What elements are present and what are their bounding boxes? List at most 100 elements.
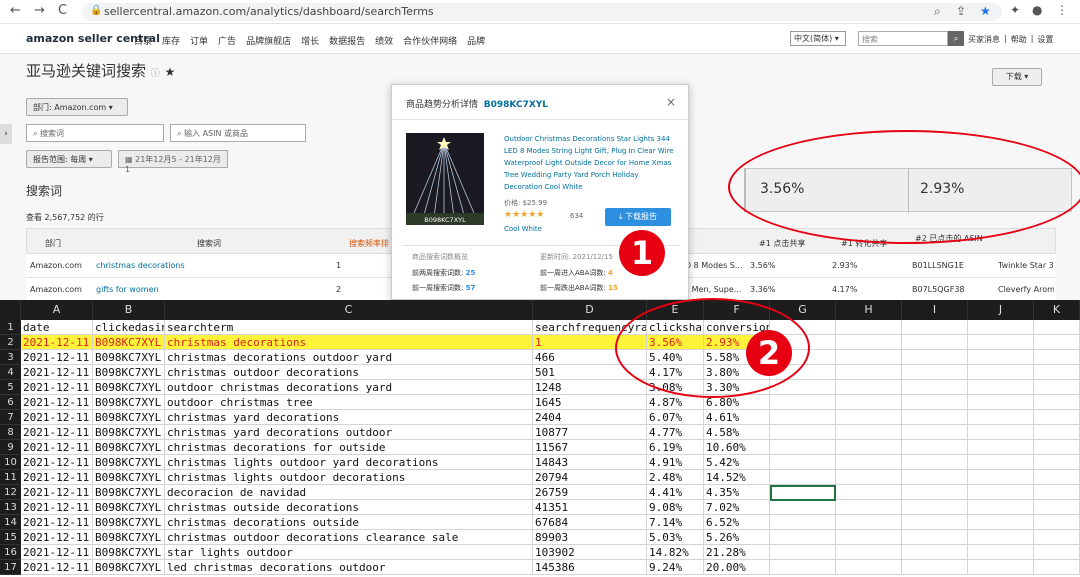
sheet-cell[interactable]: 2021-12-11 (21, 485, 93, 500)
menu-item[interactable]: 广告 (218, 34, 236, 47)
sheet-cell[interactable] (836, 485, 902, 500)
sheet-cell[interactable]: 26759 (533, 485, 647, 500)
sheet-cell[interactable] (902, 515, 968, 530)
sheet-cell[interactable]: 89903 (533, 530, 647, 545)
sheet-cell[interactable]: 10877 (533, 425, 647, 440)
row-number[interactable]: 15 (0, 530, 21, 545)
sheet-cell[interactable]: 2021-12-11 (21, 455, 93, 470)
row-number[interactable]: 17 (0, 560, 21, 575)
sheet-cell[interactable] (902, 350, 968, 365)
modal-asin[interactable]: B098KC7XYL (484, 100, 548, 110)
row-number[interactable]: 11 (0, 470, 21, 485)
sheet-cell[interactable]: 14.82% (647, 545, 704, 560)
sheet-cell[interactable] (836, 320, 902, 335)
sheet-cell[interactable]: 9.24% (647, 560, 704, 575)
sheet-cell[interactable]: 2021-12-11 (21, 425, 93, 440)
sheet-cell[interactable] (1034, 335, 1080, 350)
search-icon[interactable]: ⌕ (948, 31, 964, 46)
corner-cell[interactable] (0, 300, 21, 320)
sheet-cell[interactable] (968, 485, 1034, 500)
sheet-cell[interactable]: 6.52% (704, 515, 770, 530)
download-report-button[interactable]: ⤓ 下载报告 (605, 208, 671, 226)
extensions-icon[interactable]: ✦ (1010, 3, 1020, 17)
sheet-cell[interactable] (1034, 440, 1080, 455)
back-icon[interactable]: ← (10, 3, 21, 18)
menu-item[interactable]: 增长 (301, 34, 319, 47)
row-number[interactable]: 16 (0, 545, 21, 560)
sheet-cell[interactable] (770, 500, 836, 515)
sheet-cell[interactable]: christmas yard decorations (165, 410, 533, 425)
sheet-cell[interactable] (1034, 485, 1080, 500)
menu-item[interactable]: 品牌旗舰店 (246, 34, 291, 47)
sheet-cell[interactable]: B098KC7XYL (93, 530, 165, 545)
sheet-cell[interactable]: B098KC7XYL (93, 515, 165, 530)
favorite-star-icon[interactable]: ★ (165, 65, 176, 79)
row-number[interactable]: 7 (0, 410, 21, 425)
column-header[interactable]: D (533, 300, 647, 320)
sheet-cell[interactable]: 103902 (533, 545, 647, 560)
sheet-cell[interactable] (902, 455, 968, 470)
menu-item[interactable]: 品牌 (467, 34, 485, 47)
sheet-cell[interactable] (902, 545, 968, 560)
menu-item[interactable]: 订单 (190, 34, 208, 47)
sheet-cell[interactable] (968, 425, 1034, 440)
sheet-cell[interactable]: B098KC7XYL (93, 395, 165, 410)
address-bar[interactable]: 🔒 sellercentral.amazon.com/analytics/das… (82, 3, 1002, 21)
sheet-cell[interactable]: B098KC7XYL (93, 350, 165, 365)
sheet-cell[interactable] (1034, 425, 1080, 440)
sheet-cell[interactable]: B098KC7XYL (93, 425, 165, 440)
column-header[interactable]: B (93, 300, 165, 320)
row-number[interactable]: 10 (0, 455, 21, 470)
sheet-cell[interactable]: 5.26% (704, 530, 770, 545)
sheet-cell[interactable] (836, 455, 902, 470)
sheet-cell[interactable] (902, 470, 968, 485)
sheet-cell[interactable]: 2021-12-11 (21, 515, 93, 530)
product-description[interactable]: Outdoor Christmas Decorations Star Light… (504, 133, 676, 193)
sheet-cell[interactable]: christmas yard decorations outdoor (165, 425, 533, 440)
menu-item[interactable]: 库存 (162, 34, 180, 47)
product-image[interactable]: B098KC7XYL (406, 133, 484, 225)
sheet-cell[interactable] (968, 530, 1034, 545)
sheet-cell[interactable]: B098KC7XYL (93, 470, 165, 485)
sheet-cell[interactable] (902, 530, 968, 545)
column-header[interactable]: I (902, 300, 968, 320)
sheet-cell[interactable]: 2021-12-11 (21, 395, 93, 410)
sheet-cell[interactable]: 4.91% (647, 455, 704, 470)
column-header[interactable]: H (836, 300, 902, 320)
sheet-cell[interactable]: B098KC7XYL (93, 485, 165, 500)
row-number[interactable]: 2 (0, 335, 21, 350)
sheet-cell[interactable]: christmas lights outdoor decorations (165, 470, 533, 485)
sheet-cell[interactable]: B098KC7XYL (93, 335, 165, 350)
sheet-cell[interactable]: christmas decorations for outside (165, 440, 533, 455)
sheet-cell[interactable] (968, 395, 1034, 410)
sheet-cell[interactable]: christmas lights outdoor yard decoration… (165, 455, 533, 470)
sheet-cell[interactable] (1034, 470, 1080, 485)
menu-item[interactable]: 合作伙伴网络 (403, 34, 457, 47)
row-search-term[interactable]: gifts for women (96, 285, 159, 294)
sheet-cell[interactable]: 41351 (533, 500, 647, 515)
sheet-cell[interactable]: 2021-12-11 (21, 500, 93, 515)
sheet-cell[interactable]: B098KC7XYL (93, 440, 165, 455)
row-number[interactable]: 9 (0, 440, 21, 455)
sheet-cell[interactable]: 2.48% (647, 470, 704, 485)
sheet-cell[interactable]: 6.07% (647, 410, 704, 425)
forward-icon[interactable]: → (34, 3, 45, 18)
sheet-cell[interactable]: 21.28% (704, 545, 770, 560)
sheet-cell[interactable] (1034, 560, 1080, 575)
sheet-cell[interactable] (1034, 500, 1080, 515)
header-department[interactable]: 部门 (45, 238, 61, 249)
sheet-cell[interactable]: christmas decorations outdoor yard (165, 350, 533, 365)
sheet-cell[interactable] (836, 425, 902, 440)
language-select[interactable]: 中文(简体) ▾ (790, 31, 846, 46)
sheet-cell[interactable] (1034, 410, 1080, 425)
sheet-cell[interactable] (836, 515, 902, 530)
sheet-cell[interactable] (902, 380, 968, 395)
sheet-cell[interactable]: 67684 (533, 515, 647, 530)
sheet-cell[interactable]: outdoor christmas decorations yard (165, 380, 533, 395)
sheet-cell[interactable]: christmas outdoor decorations clearance … (165, 530, 533, 545)
sheet-cell[interactable] (1034, 545, 1080, 560)
sheet-cell[interactable]: 4.77% (647, 425, 704, 440)
search-term-input[interactable]: ⌕ 搜索词 (26, 124, 164, 142)
sheet-cell[interactable] (968, 365, 1034, 380)
sheet-cell[interactable]: B098KC7XYL (93, 380, 165, 395)
